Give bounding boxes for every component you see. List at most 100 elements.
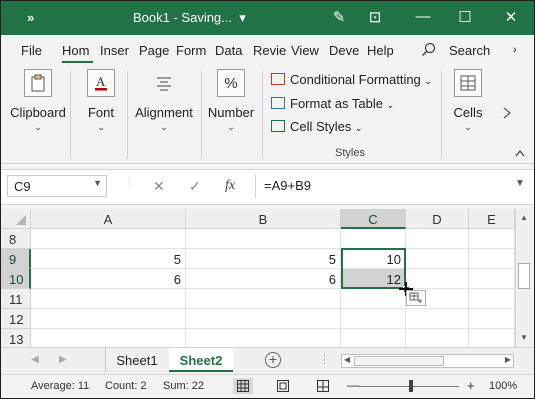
scroll-down-icon[interactable]: ▼	[520, 333, 528, 342]
tab-view[interactable]: View	[291, 43, 319, 58]
zoom-slider-thumb[interactable]	[409, 380, 413, 392]
zoom-out-button[interactable]: —	[347, 378, 359, 392]
cell-e8[interactable]	[469, 229, 515, 249]
window-title[interactable]: Book1 - Saving... ▾	[133, 10, 246, 26]
select-all-button[interactable]	[1, 209, 31, 229]
column-header-b[interactable]: B	[186, 209, 341, 229]
chevron-down-icon[interactable]: ▼	[93, 178, 102, 188]
row-header-10[interactable]: 10	[1, 269, 31, 289]
expand-formula-bar-icon[interactable]: ▼	[515, 178, 525, 189]
cell-e9[interactable]	[469, 249, 515, 269]
sheet-nav-next-icon[interactable]: ▶	[59, 354, 67, 365]
cell-b12[interactable]	[186, 309, 341, 329]
tab-formulas[interactable]: Form	[176, 43, 206, 58]
tab-split-grip-icon[interactable]: ⋮	[319, 353, 330, 366]
quick-access-overflow-button[interactable]: »	[27, 10, 34, 25]
cell-b8[interactable]	[186, 229, 341, 249]
cell-c11[interactable]	[341, 289, 406, 309]
alignment-group[interactable]: Alignment ⌄	[132, 65, 196, 133]
sheet-tab-sheet2[interactable]: Sheet2	[169, 348, 233, 372]
cell-a10[interactable]: 6	[31, 269, 186, 289]
tabs-scroll-right-button[interactable]: ›	[513, 44, 517, 56]
cell-a13[interactable]	[31, 329, 186, 349]
cell-d13[interactable]	[406, 329, 469, 349]
sheet-tab-sheet1[interactable]: Sheet1	[107, 348, 167, 372]
cell-c13[interactable]	[341, 329, 406, 349]
row-header-11[interactable]: 11	[1, 289, 31, 309]
sheet-nav-prev-icon[interactable]: ◀	[31, 354, 39, 365]
cell-e10[interactable]	[469, 269, 515, 289]
cell-a9[interactable]: 5	[31, 249, 186, 269]
vertical-scrollbar[interactable]: ▲ ▼	[515, 209, 533, 347]
search-icon[interactable]	[421, 42, 437, 58]
scroll-up-icon[interactable]: ▲	[520, 213, 528, 222]
name-box[interactable]: C9 ▼	[7, 175, 107, 197]
column-header-d[interactable]: D	[406, 209, 469, 229]
tab-help[interactable]: Help	[367, 43, 394, 58]
format-as-table-button[interactable]: Format as Table ⌄	[271, 96, 394, 111]
cell-a11[interactable]	[31, 289, 186, 309]
tab-data[interactable]: Data	[215, 43, 242, 58]
number-group[interactable]: % Number ⌄	[205, 65, 257, 133]
cell-c9[interactable]: 10	[341, 249, 406, 269]
row-header-13[interactable]: 13	[1, 329, 31, 349]
tab-developer[interactable]: Deve	[329, 43, 359, 58]
column-header-e[interactable]: E	[469, 209, 515, 229]
column-header-a[interactable]: A	[31, 209, 186, 229]
tab-review[interactable]: Revie	[253, 43, 286, 58]
cell-a12[interactable]	[31, 309, 186, 329]
cell-e13[interactable]	[469, 329, 515, 349]
cell-e11[interactable]	[469, 289, 515, 309]
cell-c8[interactable]	[341, 229, 406, 249]
scroll-left-icon[interactable]: ◀	[344, 355, 350, 364]
add-sheet-button[interactable]: +	[265, 352, 281, 368]
conditional-formatting-button[interactable]: Conditional Formatting ⌄	[271, 72, 432, 87]
column-header-c[interactable]: C	[341, 209, 406, 229]
insert-function-icon[interactable]: fx	[225, 178, 235, 194]
page-break-preview-button[interactable]	[313, 378, 333, 394]
row-header-8[interactable]: 8	[1, 229, 31, 249]
cell-d10[interactable]	[406, 269, 469, 289]
cells-group[interactable]: Cells ⌄	[447, 65, 489, 133]
zoom-level[interactable]: 100%	[489, 380, 517, 392]
cancel-icon[interactable]: ✕	[153, 178, 165, 195]
cell-d8[interactable]	[406, 229, 469, 249]
tab-insert[interactable]: Inser	[100, 43, 129, 58]
font-group[interactable]: A Font ⌄	[79, 65, 123, 133]
cell-d9[interactable]	[406, 249, 469, 269]
cell-b9[interactable]: 5	[186, 249, 341, 269]
normal-view-button[interactable]	[233, 378, 253, 394]
cell-c12[interactable]	[341, 309, 406, 329]
cell-b10[interactable]: 6	[186, 269, 341, 289]
close-button[interactable]: ✕	[499, 8, 523, 26]
row-header-12[interactable]: 12	[1, 309, 31, 329]
horizontal-scroll-thumb[interactable]	[354, 356, 444, 366]
cell-e12[interactable]	[469, 309, 515, 329]
clipboard-group[interactable]: Clipboard ⌄	[9, 65, 67, 133]
horizontal-scrollbar[interactable]: ◀ ▶	[341, 354, 514, 368]
ribbon-display-options-icon[interactable]: ⊡	[363, 8, 387, 26]
page-layout-view-button[interactable]	[273, 378, 293, 394]
pen-icon[interactable]: ✎	[327, 8, 351, 26]
worksheet-grid[interactable]: A B C D E 8 9 5 5 10 10 6 6 12 11 12 13	[1, 209, 515, 349]
zoom-in-button[interactable]: +	[467, 378, 475, 393]
vertical-scroll-thumb[interactable]	[518, 263, 530, 289]
cell-b11[interactable]	[186, 289, 341, 309]
cell-styles-button[interactable]: Cell Styles ⌄	[271, 119, 363, 134]
cell-c10[interactable]: 12	[341, 269, 406, 289]
search-label[interactable]: Search	[449, 43, 490, 58]
tab-file[interactable]: File	[21, 43, 42, 58]
cell-d12[interactable]	[406, 309, 469, 329]
auto-fill-options-button[interactable]	[406, 290, 426, 306]
cell-b13[interactable]	[186, 329, 341, 349]
tab-home[interactable]: Hom	[62, 43, 89, 58]
tab-page-layout[interactable]: Page	[139, 43, 169, 58]
collapse-ribbon-icon[interactable]	[515, 149, 525, 160]
cell-a8[interactable]	[31, 229, 186, 249]
row-header-9[interactable]: 9	[1, 249, 31, 269]
minimize-button[interactable]: —	[411, 8, 435, 25]
enter-icon[interactable]: ✓	[189, 178, 201, 195]
formula-input[interactable]: =A9+B9	[264, 178, 311, 193]
scroll-right-icon[interactable]: ▶	[505, 355, 511, 364]
ribbon-scroll-right-button[interactable]	[499, 65, 517, 161]
